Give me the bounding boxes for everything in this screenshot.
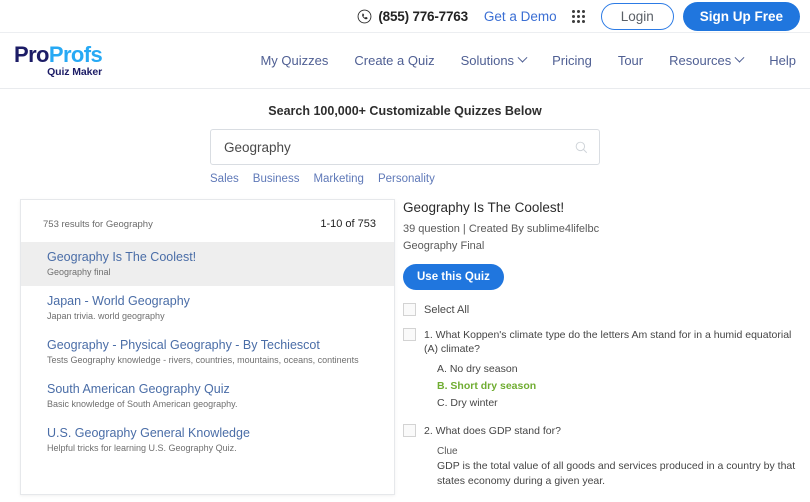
logo-word-profs: Profs — [49, 42, 102, 67]
proprofs-logo[interactable]: ProProfs Quiz Maker — [14, 44, 102, 78]
results-header: 753 results for Geography 1-10 of 753 — [21, 218, 394, 230]
main-nav: My Quizzes Create a Quiz Solutions Prici… — [260, 53, 810, 68]
question-1-options: A. No dry season B. Short dry season C. … — [437, 361, 802, 412]
result-description: Geography final — [47, 267, 376, 277]
result-description: Basic knowledge of South American geogra… — [47, 399, 376, 409]
list-item[interactable]: South American Geography Quiz Basic know… — [21, 374, 394, 418]
nav-label: Pricing — [552, 53, 592, 68]
phone-circle-icon — [357, 9, 372, 24]
question-row: 1. What Koppen's climate type do the let… — [403, 328, 802, 356]
quiz-detail-panel: Geography Is The Coolest! 39 question | … — [395, 199, 810, 495]
clue-text: GDP is the total value of all goods and … — [437, 459, 802, 490]
list-item[interactable]: Geography - Physical Geography - By Tech… — [21, 330, 394, 374]
clue-label: Clue — [437, 446, 802, 457]
result-title: U.S. Geography General Knowledge — [47, 426, 376, 440]
search-box[interactable] — [210, 129, 600, 165]
quiz-meta-line-2: Geography Final — [403, 238, 802, 255]
question-1-text: 1. What Koppen's climate type do the let… — [424, 328, 802, 356]
results-count: 753 results for Geography — [43, 219, 153, 230]
nav-item-tour[interactable]: Tour — [618, 53, 643, 68]
use-this-quiz-button[interactable]: Use this Quiz — [403, 264, 504, 290]
question-block-1: 1. What Koppen's climate type do the let… — [403, 328, 802, 412]
phone-number[interactable]: (855) 776-7763 — [378, 9, 468, 24]
category-link-personality[interactable]: Personality — [378, 173, 435, 185]
question-1-option-a: A. No dry season — [437, 361, 802, 378]
result-description: Helpful tricks for learning U.S. Geograp… — [47, 443, 376, 453]
nav-item-help[interactable]: Help — [769, 53, 796, 68]
logo-subtitle: Quiz Maker — [14, 67, 102, 78]
question-1-option-c: C. Dry winter — [437, 395, 802, 412]
result-description: Tests Geography knowledge - rivers, coun… — [47, 355, 376, 365]
nav-label: Solutions — [461, 53, 514, 68]
nav-label: Create a Quiz — [354, 53, 434, 68]
search-input[interactable] — [224, 140, 574, 155]
nav-label: Help — [769, 53, 796, 68]
list-item[interactable]: Japan - World Geography Japan trivia. wo… — [21, 286, 394, 330]
nav-item-my-quizzes[interactable]: My Quizzes — [260, 53, 328, 68]
chevron-down-icon — [518, 53, 528, 63]
grid-apps-icon[interactable] — [572, 10, 585, 23]
nav-label: Tour — [618, 53, 643, 68]
select-all-label: Select All — [424, 304, 469, 316]
result-title: Geography Is The Coolest! — [47, 250, 376, 264]
results-panel: 753 results for Geography 1-10 of 753 Ge… — [20, 199, 395, 495]
category-link-sales[interactable]: Sales — [210, 173, 239, 185]
question-2-checkbox[interactable] — [403, 424, 416, 437]
nav-item-pricing[interactable]: Pricing — [552, 53, 592, 68]
nav-label: Resources — [669, 53, 731, 68]
quiz-title: Geography Is The Coolest! — [403, 200, 802, 215]
result-description: Japan trivia. world geography — [47, 311, 376, 321]
question-1-checkbox[interactable] — [403, 328, 416, 341]
category-link-marketing[interactable]: Marketing — [313, 173, 364, 185]
category-link-business[interactable]: Business — [253, 173, 300, 185]
utility-bar: (855) 776-7763 Get a Demo Login Sign Up … — [0, 0, 810, 33]
select-all-row[interactable]: Select All — [403, 303, 802, 316]
content-area: 753 results for Geography 1-10 of 753 Ge… — [0, 185, 810, 495]
site-header: ProProfs Quiz Maker My Quizzes Create a … — [0, 33, 810, 89]
logo-word-pro: Pro — [14, 42, 49, 67]
list-item[interactable]: U.S. Geography General Knowledge Helpful… — [21, 418, 394, 462]
chevron-down-icon — [735, 53, 745, 63]
result-title: Geography - Physical Geography - By Tech… — [47, 338, 376, 352]
nav-item-resources[interactable]: Resources — [669, 53, 743, 68]
results-range: 1-10 of 753 — [320, 218, 376, 230]
list-item[interactable]: Geography Is The Coolest! Geography fina… — [21, 242, 394, 286]
nav-item-solutions[interactable]: Solutions — [461, 53, 526, 68]
nav-item-create-a-quiz[interactable]: Create a Quiz — [354, 53, 434, 68]
question-2-clue: Clue GDP is the total value of all goods… — [437, 446, 802, 490]
question-row: 2. What does GDP stand for? — [403, 424, 802, 439]
nav-label: My Quizzes — [260, 53, 328, 68]
logo-wordmark: ProProfs — [14, 44, 102, 66]
page-root: (855) 776-7763 Get a Demo Login Sign Up … — [0, 0, 810, 502]
quiz-meta-line-1: 39 question | Created By sublime4lifelbc — [403, 221, 802, 238]
signup-button[interactable]: Sign Up Free — [683, 2, 800, 31]
category-links: Sales Business Marketing Personality — [210, 173, 600, 185]
result-title: Japan - World Geography — [47, 294, 376, 308]
search-section: Search 100,000+ Customizable Quizzes Bel… — [0, 89, 810, 185]
question-2-text: 2. What does GDP stand for? — [424, 424, 561, 439]
phone-block: (855) 776-7763 — [357, 9, 468, 24]
question-1-option-b: B. Short dry season — [437, 378, 802, 395]
question-block-2: 2. What does GDP stand for? Clue GDP is … — [403, 424, 802, 490]
search-heading: Search 100,000+ Customizable Quizzes Bel… — [268, 104, 541, 118]
select-all-checkbox[interactable] — [403, 303, 416, 316]
login-button[interactable]: Login — [601, 3, 674, 30]
get-a-demo-link[interactable]: Get a Demo — [484, 9, 557, 24]
result-title: South American Geography Quiz — [47, 382, 376, 396]
search-icon[interactable] — [574, 140, 589, 155]
